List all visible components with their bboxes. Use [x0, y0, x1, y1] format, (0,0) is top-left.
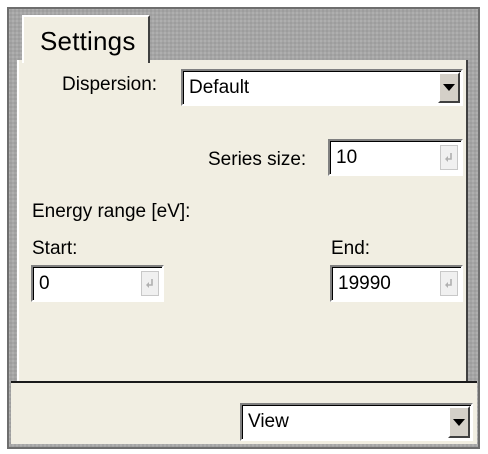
chevron-down-icon [443, 84, 455, 91]
enter-arrow-icon [445, 278, 452, 288]
enter-arrow-icon [146, 278, 153, 288]
series-size-label: Series size: [208, 149, 307, 170]
start-field[interactable]: 0 [31, 265, 164, 302]
dispersion-dropdown-button[interactable] [438, 72, 460, 103]
view-dropdown-button[interactable] [448, 406, 470, 438]
settings-window: Settings Dispersion: Default Series size… [0, 0, 488, 454]
dispersion-select-value: Default [189, 76, 250, 98]
tab-settings-label: Settings [40, 26, 136, 56]
start-label: Start: [32, 238, 78, 259]
view-select-value: View [248, 411, 289, 432]
tab-settings[interactable]: Settings [22, 15, 150, 63]
spin-icon[interactable] [440, 145, 458, 170]
energy-range-label: Energy range [eV]: [32, 201, 191, 222]
end-value: 19990 [338, 272, 391, 294]
spin-icon[interactable] [141, 271, 159, 296]
enter-arrow-icon [445, 152, 452, 162]
dispersion-select[interactable]: Default [181, 69, 463, 106]
end-label: End: [331, 238, 371, 259]
view-select[interactable]: View [240, 403, 473, 441]
start-value: 0 [39, 272, 50, 294]
dispersion-label: Dispersion: [62, 74, 158, 95]
spin-icon[interactable] [440, 271, 458, 296]
series-size-field[interactable]: 10 [328, 139, 463, 176]
end-field[interactable]: 19990 [330, 265, 463, 302]
chevron-down-icon [453, 418, 465, 426]
series-size-value: 10 [336, 146, 358, 168]
